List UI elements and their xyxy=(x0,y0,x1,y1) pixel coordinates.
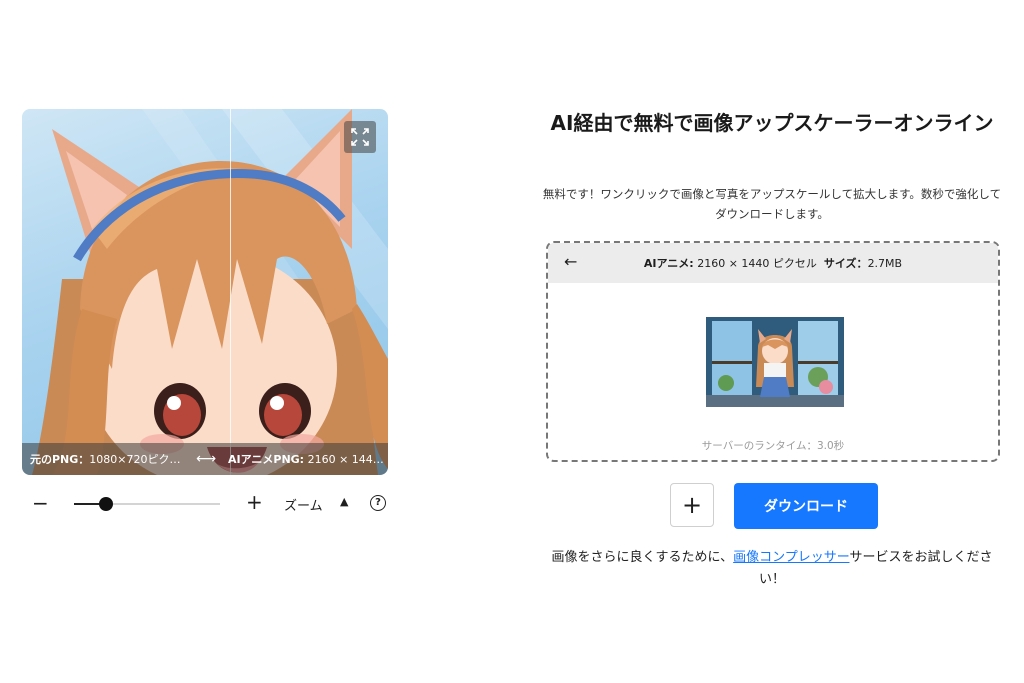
thumbnail-image xyxy=(706,317,844,407)
result-dimensions: 2160 × 1440 ピクセル xyxy=(693,257,824,270)
zoom-slider[interactable] xyxy=(74,497,220,511)
page-subtitle: 無料です！ワンクリックで画像と写真をアップスケールして拡大します。数秒で強化して… xyxy=(542,187,1002,221)
result-info-bar: ← AIアニメ: 2160 × 1440 ピクセル サイズ： 2.7MB xyxy=(548,243,998,283)
anime-girl-artwork xyxy=(32,109,388,475)
zoom-out-button[interactable]: − xyxy=(32,492,49,514)
image-compressor-link[interactable]: 画像コンプレッサー xyxy=(733,550,849,565)
page-title: AI経由で無料で画像アップスケーラーオンライン xyxy=(550,111,994,135)
fullscreen-button[interactable] xyxy=(344,121,376,153)
add-image-button[interactable]: + xyxy=(670,483,714,527)
promo-text: 画像をさらに良くするために、画像コンプレッサーサービスをお試しください！ xyxy=(540,547,1004,591)
upscaled-image-caption: AIアニメPNG: 2160 × 1440 p... xyxy=(228,453,384,466)
compare-arrow-icon: ⟷ xyxy=(196,451,217,467)
download-button[interactable]: ダウンロード xyxy=(734,483,878,529)
zoom-in-button[interactable]: + xyxy=(246,491,263,513)
result-thumbnail xyxy=(706,317,844,407)
help-icon[interactable]: ? xyxy=(370,495,386,511)
result-size-label: サイズ： xyxy=(823,257,868,270)
expand-icon xyxy=(351,128,369,146)
result-format-label: AIアニメ: xyxy=(643,257,694,270)
compare-caption-bar: 元のPNG：1080×720ピクセ... ⟷ AIアニメPNG: 2160 × … xyxy=(22,443,388,475)
promo-prefix: 画像をさらに良くするために、 xyxy=(551,550,734,565)
zoom-slider-thumb[interactable] xyxy=(99,497,114,511)
original-image-caption: 元のPNG：1080×720ピクセ... xyxy=(30,453,190,466)
caret-up-icon[interactable]: ▲ xyxy=(340,495,348,508)
result-size-value: 2.7MB xyxy=(867,256,903,270)
image-compare-viewer[interactable]: 元のPNG：1080×720ピクセ... ⟷ AIアニメPNG: 2160 × … xyxy=(22,109,388,475)
zoom-controls: − + ズーム ▲ ? xyxy=(22,490,392,518)
back-arrow-icon[interactable]: ← xyxy=(564,252,577,271)
result-dropzone[interactable]: ← AIアニメ: 2160 × 1440 ピクセル サイズ： 2.7MB サーバ… xyxy=(546,241,1000,462)
compare-split-handle[interactable] xyxy=(230,109,231,475)
zoom-label: ズーム xyxy=(284,499,323,514)
server-runtime: サーバーのランタイム：3.0秒 xyxy=(701,440,845,452)
